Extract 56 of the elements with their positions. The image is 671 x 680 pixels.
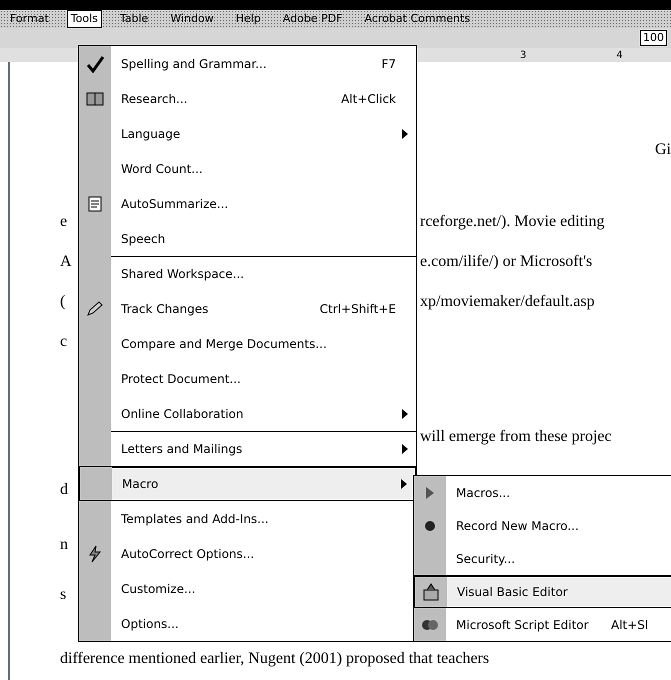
- submenu-arrow-icon: [402, 408, 408, 418]
- document-text: (: [60, 293, 66, 310]
- menu-bar-item[interactable]: Window: [166, 10, 218, 28]
- document-text: will emerge from these projec: [420, 428, 612, 445]
- menu-item[interactable]: Word Count...: [79, 151, 416, 186]
- menu-item[interactable]: AutoSummarize...: [79, 186, 416, 221]
- ruler-number: 4: [616, 48, 623, 62]
- menu-item[interactable]: Templates and Add-Ins...: [79, 501, 416, 536]
- menu-item[interactable]: Security...: [414, 542, 671, 575]
- document-text: difference mentioned earlier, Nugent (2001) proposed that teachers: [60, 650, 490, 667]
- menu-item[interactable]: Compare and Merge Documents...: [79, 326, 416, 361]
- menu-item[interactable]: Protect Document...: [79, 361, 416, 396]
- document-text: e.com/ilife/) or Microsoft's: [420, 253, 592, 270]
- play-icon: [424, 486, 436, 500]
- document-text: d: [60, 481, 68, 498]
- menu-item[interactable]: Microsoft Script Editor Alt+Sl: [414, 608, 671, 641]
- menu-bar-item[interactable]: Tools: [66, 10, 102, 28]
- document-text: c: [60, 333, 68, 350]
- menu-bar-item[interactable]: Adobe PDF: [278, 10, 347, 28]
- book-icon: [85, 90, 105, 108]
- menu-bar-item[interactable]: Format: [6, 10, 53, 28]
- pencil-icon: [85, 300, 105, 318]
- record-icon: [424, 520, 436, 532]
- menu-item[interactable]: Macros...: [414, 476, 671, 509]
- menu-item[interactable]: Online Collaboration: [79, 396, 416, 431]
- menu-item[interactable]: Customize...: [79, 571, 416, 606]
- menu-item[interactable]: AutoCorrect Options...: [79, 536, 416, 571]
- menu-item[interactable]: Letters and Mailings: [79, 431, 416, 466]
- document-text: Gi: [655, 140, 671, 160]
- menu-item[interactable]: Shared Workspace...: [79, 256, 416, 291]
- menu-item[interactable]: Options...: [79, 606, 416, 641]
- editor-icon: [421, 582, 441, 600]
- menu-item[interactable]: Visual Basic Editor: [414, 575, 671, 608]
- menu-item[interactable]: Language: [79, 116, 416, 151]
- zoom-field[interactable]: 100: [640, 30, 667, 46]
- menu-bar-item[interactable]: Table: [116, 10, 152, 28]
- document-text: e: [60, 213, 68, 230]
- check-mark-icon: [85, 54, 105, 72]
- ruler-number: 3: [520, 48, 526, 62]
- document-text: rceforge.net/). Movie editing: [420, 213, 605, 230]
- script-icon: [420, 618, 440, 632]
- menu-item[interactable]: Spelling and Grammar... F7: [79, 46, 416, 81]
- submenu-arrow-icon: [402, 444, 408, 454]
- document-text: s: [60, 586, 66, 603]
- menu-item[interactable]: Record New Macro...: [414, 509, 671, 542]
- document-text: xp/moviemaker/default.asp: [420, 293, 595, 310]
- menu-bar-item[interactable]: Acrobat Comments: [360, 10, 474, 28]
- menu-item[interactable]: Macro: [79, 466, 416, 501]
- submenu-arrow-icon: [402, 128, 408, 138]
- menu-item[interactable]: Speech: [79, 221, 416, 256]
- menu-item[interactable]: Research... Alt+Click: [79, 81, 416, 116]
- document-text: A: [60, 253, 72, 270]
- document-text: n: [60, 536, 68, 553]
- menu-item[interactable]: Track Changes Ctrl+Shift+E: [79, 291, 416, 326]
- menu-bar-item[interactable]: Help: [232, 10, 265, 28]
- submenu-arrow-icon: [401, 478, 407, 488]
